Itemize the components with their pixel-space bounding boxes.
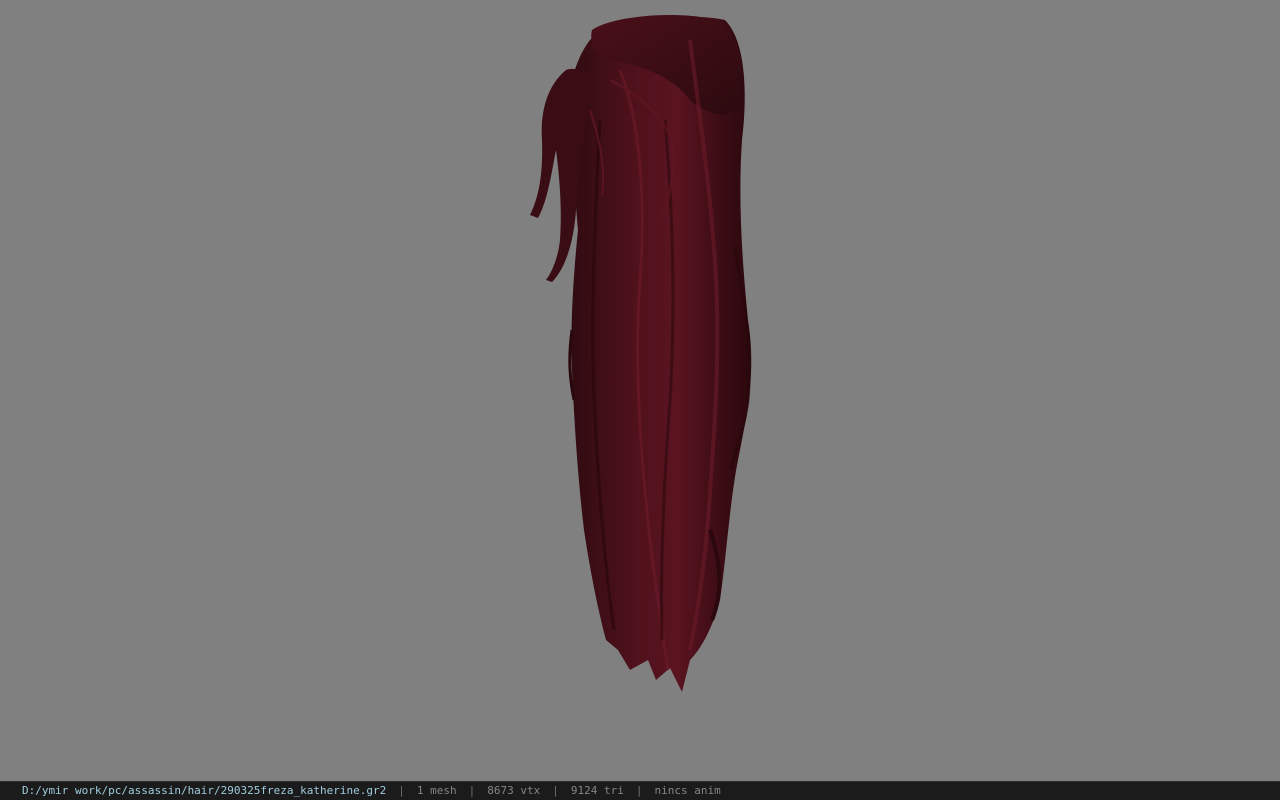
mesh-count: 1 mesh bbox=[416, 784, 457, 797]
separator: | bbox=[468, 784, 476, 797]
3d-viewport[interactable] bbox=[0, 0, 1280, 781]
vertex-count: 8673 vtx bbox=[487, 784, 541, 797]
separator: | bbox=[398, 784, 405, 797]
file-path: D:/ymir work/pc/assassin/hair/290325frez… bbox=[22, 784, 387, 797]
animation-status: nincs anim bbox=[654, 784, 721, 797]
hair-model-render[interactable] bbox=[0, 0, 1280, 781]
separator: | bbox=[635, 784, 643, 797]
separator: | bbox=[552, 784, 559, 797]
triangle-count: 9124 tri bbox=[570, 784, 624, 797]
status-bar: D:/ymir work/pc/assassin/hair/290325frez… bbox=[0, 781, 1280, 800]
